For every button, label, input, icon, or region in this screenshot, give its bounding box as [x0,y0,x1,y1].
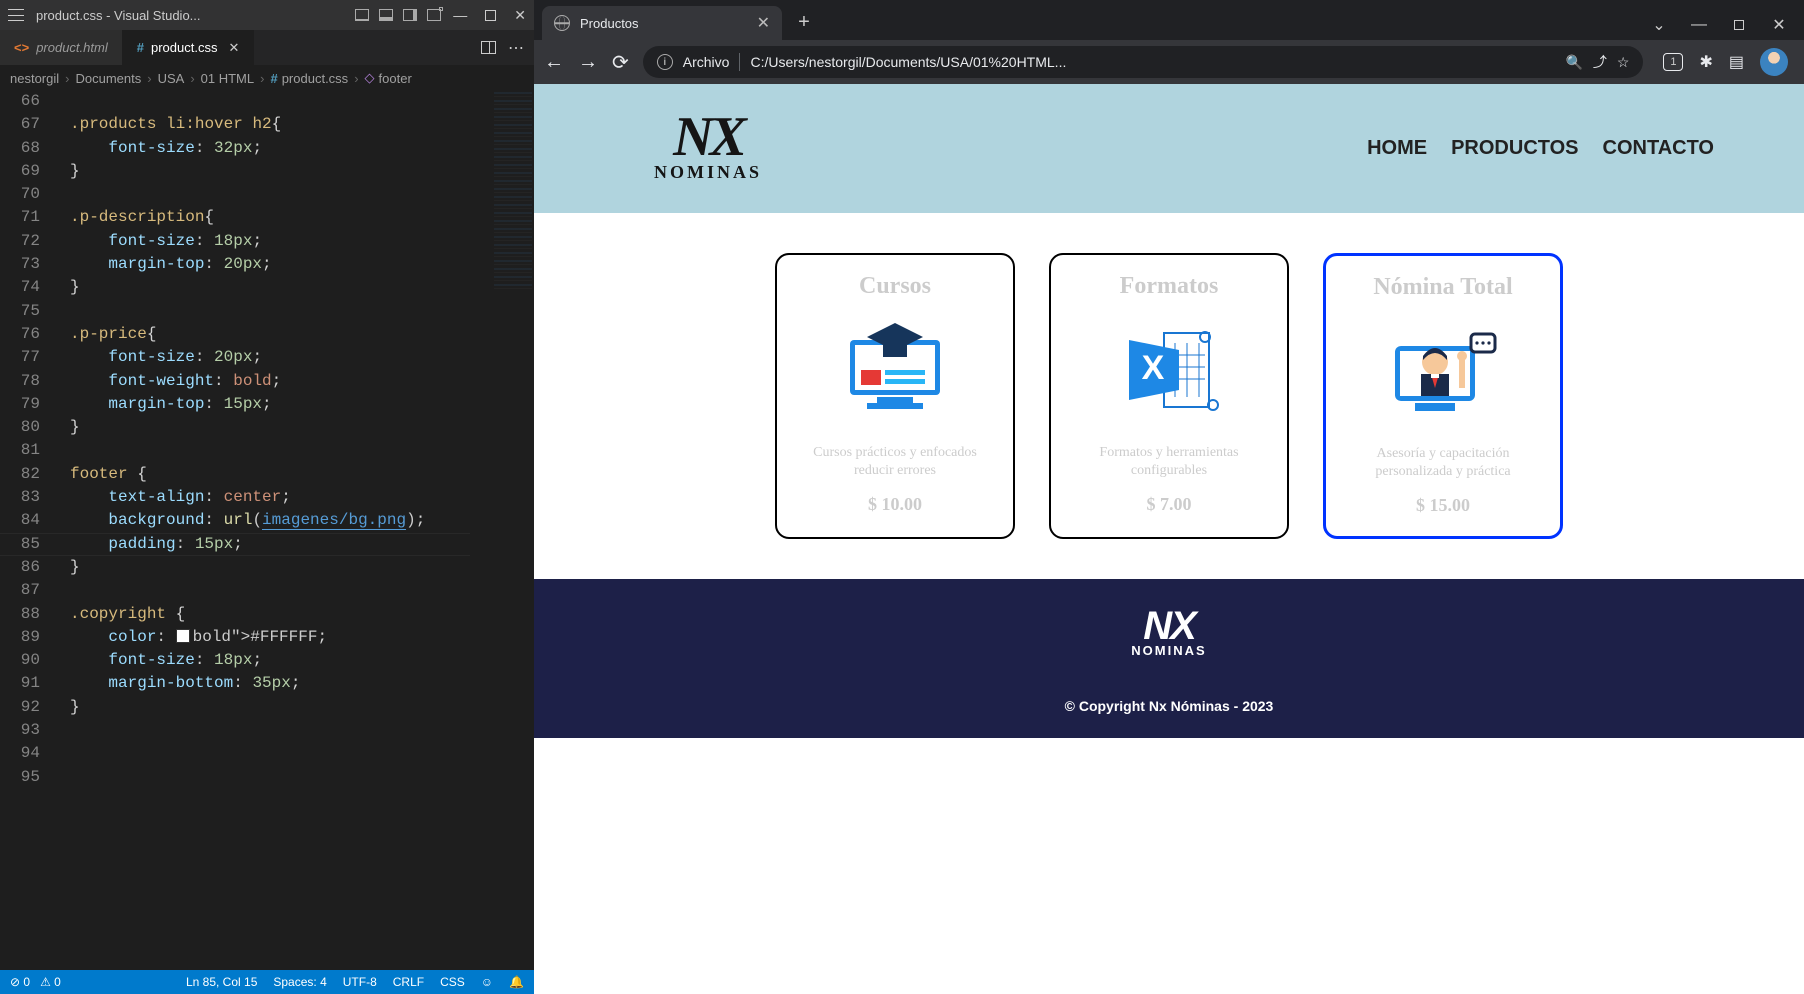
tab-label: product.html [36,40,108,55]
footer-logo-sub: NOMINAS [534,643,1804,658]
tab-close-icon[interactable]: ✕ [757,13,770,33]
main-nav: HOME PRODUCTOS CONTACTO [1367,137,1714,160]
css-file-icon: # [137,40,144,55]
site-footer: NX NOMINAS © Copyright Nx Nóminas - 2023 [534,579,1804,738]
feedback-icon[interactable]: ☺ [481,975,493,989]
tab-label: product.css [151,40,217,55]
page-content: NX NOMINAS HOME PRODUCTOS CONTACTO Curso… [534,84,1804,994]
product-description: Cursos prácticos y enfocados reducir err… [793,444,997,480]
product-price: $ 15.00 [1342,495,1544,516]
crumb[interactable]: Documents [75,71,141,86]
nav-link-home[interactable]: HOME [1367,137,1427,160]
vscode-window: product.css - Visual Studio... — ✕ <> pr… [0,0,534,994]
url-scheme: Archivo [683,54,730,70]
eol[interactable]: CRLF [393,975,424,989]
site-info-icon[interactable]: i [657,54,673,70]
tab-product-html[interactable]: <> product.html [0,30,123,65]
footer-logo-text: NX [534,609,1804,643]
panel-layout-icon[interactable] [355,9,369,21]
crumb[interactable]: nestorgil [10,71,59,86]
chevron-down-icon[interactable]: ⌄ [1652,18,1666,32]
product-image-icon [830,310,960,430]
site-logo: NX NOMINAS [654,114,762,183]
product-card-nomina[interactable]: Nómina Total [1323,253,1563,539]
problems-icon[interactable]: ⊘ 0 [10,975,30,989]
bookmark-icon[interactable]: ☆ [1617,54,1630,71]
indentation[interactable]: Spaces: 4 [273,975,326,989]
forward-button[interactable]: → [578,51,598,74]
breadcrumb[interactable]: nestorgil› Documents› USA› 01 HTML› # pr… [0,66,534,90]
tab-product-css[interactable]: # product.css ✕ [123,30,255,65]
back-button[interactable]: ← [544,51,564,74]
window-title: product.css - Visual Studio... [36,8,343,23]
product-description: Formatos y herramientas configurables [1067,444,1271,480]
browser-tabstrip: Productos ✕ + ⌄ — ✕ [534,0,1804,40]
side-panel-icon[interactable]: ▤ [1729,52,1744,72]
symbol-icon: ◇ [365,70,375,86]
logo-subtext: NOMINAS [654,162,762,183]
editor-tabs: <> product.html # product.css ✕ ⋯ [0,30,534,66]
globe-icon [554,15,570,31]
layout-icons[interactable] [355,9,441,21]
close-icon[interactable]: ✕ [1772,18,1786,32]
product-description: Asesoría y capacitación personalizada y … [1342,445,1544,481]
product-card-cursos[interactable]: Cursos Cursos prácticos y enfocados [775,253,1015,539]
share-icon[interactable]: ⤴ [1593,52,1607,72]
browser-tab[interactable]: Productos ✕ [542,6,782,40]
panel-layout-icon[interactable] [427,9,441,21]
css-file-icon: # [270,71,277,86]
more-actions-icon[interactable]: ⋯ [508,38,524,58]
site-header: NX NOMINAS HOME PRODUCTOS CONTACTO [534,84,1804,213]
nav-link-productos[interactable]: PRODUCTOS [1451,137,1578,160]
bell-icon[interactable]: 🔔 [509,975,524,989]
crumb[interactable]: 01 HTML [201,71,254,86]
divider [739,53,740,71]
reload-button[interactable]: ⟳ [612,50,629,75]
panel-layout-icon[interactable] [379,9,393,21]
tab-close-icon[interactable]: ✕ [228,40,239,56]
extensions-count[interactable]: 1 [1663,53,1683,71]
maximize-icon[interactable] [1732,18,1746,32]
nav-link-contacto[interactable]: CONTACTO [1603,137,1714,160]
browser-window: Productos ✕ + ⌄ — ✕ ← → ⟳ i Archivo C:/U… [534,0,1804,994]
products-list: Cursos Cursos prácticos y enfocados [534,213,1804,579]
product-title: Cursos [793,273,997,300]
browser-toolbar: ← → ⟳ i Archivo C:/Users/nestorgil/Docum… [534,40,1804,84]
product-title: Formatos [1067,273,1271,300]
minimize-icon[interactable]: — [453,7,467,23]
footer-copyright: © Copyright Nx Nóminas - 2023 [534,698,1804,714]
zoom-icon[interactable]: 🔍 [1565,54,1582,71]
tab-title: Productos [580,16,639,31]
statusbar: ⊘ 0 ⚠ 0 Ln 85, Col 15 Spaces: 4 UTF-8 CR… [0,970,534,994]
warnings-icon[interactable]: ⚠ 0 [40,975,61,989]
url-text: C:/Users/nestorgil/Documents/USA/01%20HT… [750,54,1555,70]
product-image-icon [1378,311,1508,431]
code-editor[interactable]: 66 67 68 69 70 71 72 73 74 75 76 77 78 7… [0,90,534,970]
minimize-icon[interactable]: — [1692,18,1706,32]
language-mode[interactable]: CSS [440,975,465,989]
html-file-icon: <> [14,40,29,55]
menu-icon[interactable] [8,7,24,23]
split-editor-icon[interactable] [481,41,496,54]
maximize-icon[interactable] [485,10,496,21]
profile-avatar[interactable] [1760,48,1788,76]
panel-layout-icon[interactable] [403,9,417,21]
address-bar[interactable]: i Archivo C:/Users/nestorgil/Documents/U… [643,46,1644,78]
logo-text: NX [654,114,762,162]
product-price: $ 10.00 [793,494,997,515]
close-icon[interactable]: ✕ [514,7,526,24]
product-price: $ 7.00 [1067,494,1271,515]
crumb[interactable]: footer [379,71,412,86]
new-tab-button[interactable]: + [790,8,818,36]
product-card-formatos[interactable]: Formatos X [1049,253,1289,539]
crumb[interactable]: USA [158,71,185,86]
cursor-position[interactable]: Ln 85, Col 15 [186,975,257,989]
svg-text:X: X [1142,349,1165,387]
product-image-icon: X [1104,310,1234,430]
encoding[interactable]: UTF-8 [343,975,377,989]
vscode-titlebar: product.css - Visual Studio... — ✕ [0,0,534,30]
extensions-icon[interactable]: ✱ [1699,52,1712,72]
product-title: Nómina Total [1342,274,1544,301]
crumb[interactable]: product.css [282,71,348,86]
